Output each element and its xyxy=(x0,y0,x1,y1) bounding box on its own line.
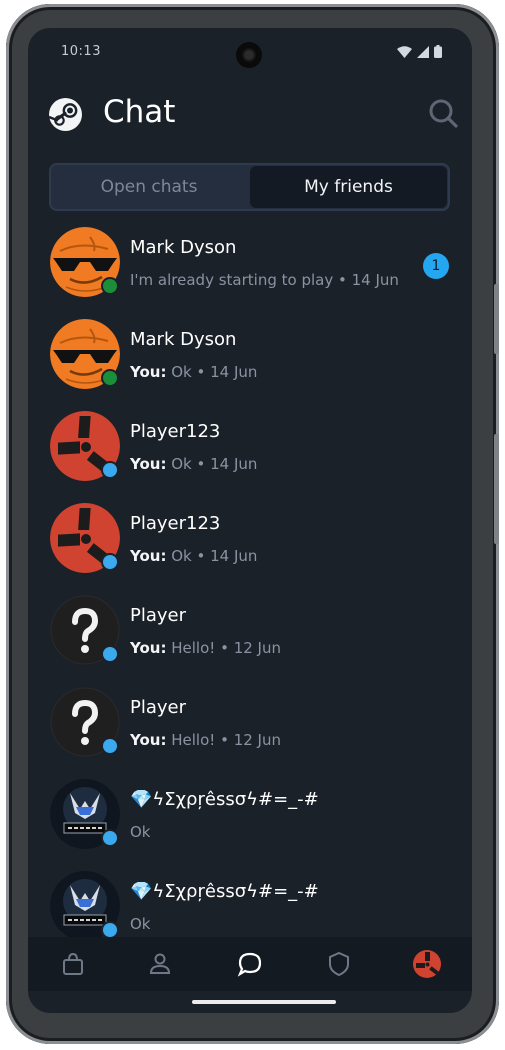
chat-row[interactable]: Mark Dyson You: Ok • 14 Jun xyxy=(28,313,472,405)
online-status-indicator xyxy=(103,831,117,845)
status-bar: 10:13 xyxy=(28,28,472,76)
chat-row[interactable]: Mark Dyson I'm already starting to play … xyxy=(28,221,472,313)
contact-name: 💎ϟΣχρŗêssσϟ#=_-# xyxy=(130,789,319,810)
volume-button xyxy=(494,284,499,354)
message-preview: You: Hello! • 12 Jun xyxy=(130,731,281,749)
chat-bubble-icon[interactable] xyxy=(235,949,265,979)
chat-tabs: Open chats My friends xyxy=(49,163,450,211)
chat-row[interactable]: 💎ϟΣχρŗêssσϟ#=_-# Ok xyxy=(28,773,472,865)
online-status-indicator xyxy=(103,555,117,569)
you-label: You: xyxy=(130,639,167,657)
tab-my-friends[interactable]: My friends xyxy=(250,166,447,208)
you-label: You: xyxy=(130,363,167,381)
message-preview: You: Ok • 14 Jun xyxy=(130,455,258,473)
message-text: I'm already starting to play xyxy=(130,271,334,289)
online-status-indicator xyxy=(103,371,117,385)
message-preview: I'm already starting to play • 14 Jun xyxy=(130,271,399,289)
app-screen: 10:13 Chat Open chats My friends Mark Dy… xyxy=(28,28,472,1013)
message-text: Ok xyxy=(130,915,151,933)
contact-name: 💎ϟΣχρŗêssσϟ#=_-# xyxy=(130,881,319,902)
online-status-indicator xyxy=(103,923,117,937)
unread-count-badge: 1 xyxy=(423,253,449,279)
online-status-indicator xyxy=(103,463,117,477)
message-date: 14 Jun xyxy=(210,363,258,381)
tab-open-chats[interactable]: Open chats xyxy=(49,163,249,211)
message-preview: Ok xyxy=(130,915,151,933)
you-label: You: xyxy=(130,731,167,749)
power-button xyxy=(494,434,499,544)
chat-row[interactable]: Player You: Hello! • 12 Jun xyxy=(28,681,472,773)
chat-row[interactable]: Player123 You: Ok • 14 Jun xyxy=(28,405,472,497)
front-camera xyxy=(236,42,262,68)
shield-icon[interactable] xyxy=(324,949,354,979)
wifi-icon xyxy=(397,45,412,58)
page-title: Chat xyxy=(103,94,176,130)
message-date: 14 Jun xyxy=(351,271,399,289)
status-icons xyxy=(397,45,442,58)
message-date: 12 Jun xyxy=(233,731,281,749)
message-text: Hello! xyxy=(171,639,216,657)
battery-icon xyxy=(434,45,442,58)
message-date: 14 Jun xyxy=(210,547,258,565)
you-label: You: xyxy=(130,547,167,565)
signal-icon xyxy=(417,45,429,58)
rust-avatar-icon[interactable] xyxy=(412,949,442,979)
message-date: 12 Jun xyxy=(233,639,281,657)
search-icon[interactable] xyxy=(428,98,458,128)
contact-name: Player xyxy=(130,697,187,718)
online-status-indicator xyxy=(103,279,117,293)
you-label: You: xyxy=(130,455,167,473)
chat-row[interactable]: Player You: Hello! • 12 Jun xyxy=(28,589,472,681)
steam-logo-icon xyxy=(49,98,82,131)
message-preview: You: Ok • 14 Jun xyxy=(130,363,258,381)
message-preview: You: Ok • 14 Jun xyxy=(130,547,258,565)
store-bag-icon[interactable] xyxy=(58,949,88,979)
message-text: Ok xyxy=(130,823,151,841)
message-text: Ok xyxy=(171,455,192,473)
contact-name: Player xyxy=(130,605,187,626)
contact-name: Player123 xyxy=(130,421,221,442)
online-status-indicator xyxy=(103,739,117,753)
message-date: 14 Jun xyxy=(210,455,258,473)
app-header: Chat xyxy=(28,88,472,144)
status-time: 10:13 xyxy=(61,44,101,59)
chat-row[interactable]: Player123 You: Ok • 14 Jun xyxy=(28,497,472,589)
message-text: Ok xyxy=(171,363,192,381)
bottom-navigation xyxy=(28,937,472,991)
message-preview: Ok xyxy=(130,823,151,841)
message-text: Hello! xyxy=(171,731,216,749)
contact-name: Mark Dyson xyxy=(130,237,237,258)
online-status-indicator xyxy=(103,647,117,661)
profile-icon[interactable] xyxy=(145,949,175,979)
message-preview: You: Hello! • 12 Jun xyxy=(130,639,281,657)
contact-name: Mark Dyson xyxy=(130,329,237,350)
home-indicator[interactable] xyxy=(192,1000,336,1004)
message-text: Ok xyxy=(171,547,192,565)
contact-name: Player123 xyxy=(130,513,221,534)
